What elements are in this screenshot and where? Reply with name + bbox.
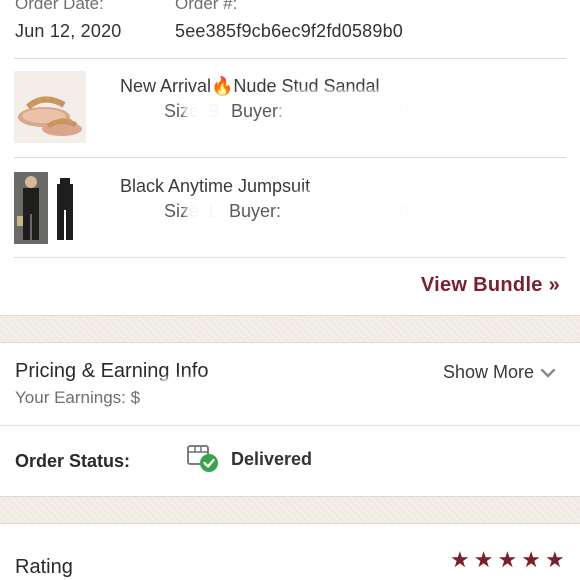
delivered-box-check-icon [187, 445, 218, 472]
chevron-down-icon [540, 368, 556, 378]
star-icon: ★ [544, 547, 565, 572]
redaction-mask [118, 196, 162, 226]
order-number-label: Order #: [175, 0, 238, 13]
jumpsuit-thumbnail [14, 172, 86, 244]
order-item[interactable]: Black Anytime Jumpsuit Size: L Buyer: 00 [0, 158, 580, 256]
item-buyer: Buyer: [229, 201, 282, 221]
sandal-thumbnail [14, 71, 86, 143]
redaction-mask [184, 95, 228, 125]
item-buyer: Buyer: [231, 101, 284, 121]
star-icon: ★ [497, 547, 518, 572]
redaction-mask [186, 196, 226, 226]
view-bundle-link[interactable]: View Bundle » [421, 274, 560, 297]
order-status-value: Delivered [231, 449, 313, 469]
item-title: Black Anytime Jumpsuit [120, 176, 311, 196]
star-icon: ★ [450, 547, 470, 572]
show-more-label: Show More [442, 362, 534, 382]
redaction-mask [288, 192, 438, 228]
star-icon: ★ [473, 547, 494, 572]
order-item[interactable]: New Arrival🔥Nude Stud Sandal Size: 9 Buy… [0, 59, 580, 157]
redaction-mask [280, 91, 430, 127]
star-icon: ★ [521, 547, 541, 572]
divider [0, 425, 580, 426]
order-date-value: Jun 12, 2020 [15, 21, 122, 41]
divider [14, 257, 566, 258]
redaction-mask [150, 378, 216, 424]
your-earnings: Your Earnings: $ [15, 388, 141, 407]
order-number-value: 5ee385f9cb6ec9f2fd0589b0 [175, 21, 404, 41]
order-date-label: Order Date: [15, 0, 104, 13]
redaction-mask [118, 95, 164, 125]
rating-stars: ★ ★ ★ ★ ★ [450, 549, 565, 571]
section-separator [0, 315, 580, 343]
rating-section-title: Rating [15, 556, 73, 578]
section-separator [0, 496, 580, 524]
order-header: Order Date: Jun 12, 2020 Order #: 5ee385… [0, 0, 580, 58]
show-more-button[interactable]: Show More [443, 362, 556, 383]
order-status-label: Order Status: [15, 451, 131, 471]
